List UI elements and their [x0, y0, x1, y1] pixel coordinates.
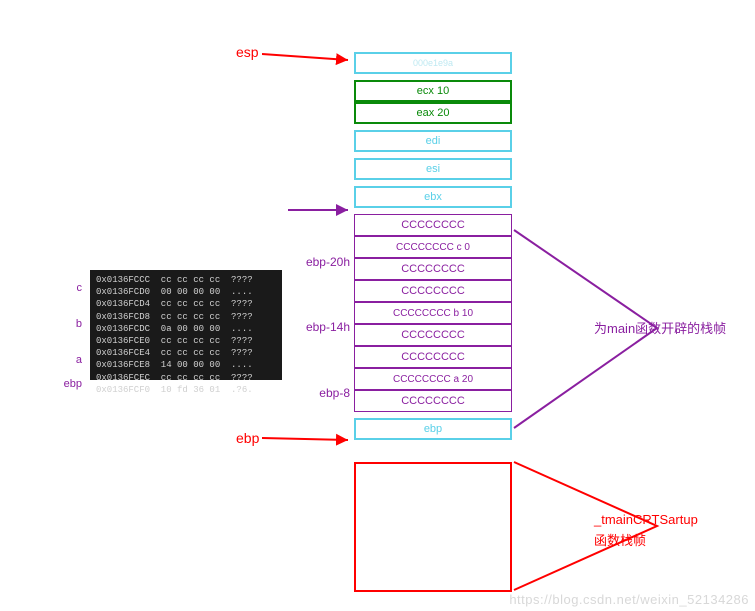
cell-cc-8: CCCCCCCC — [354, 390, 512, 412]
cell-ecx: ecx 10 — [354, 80, 512, 102]
cell-cc-2: CCCCCCCC — [354, 258, 512, 280]
hex-row: 0x0136FCDC 0a 00 00 00 .... — [96, 323, 276, 335]
hex-row: 0x0136FCF0 10 fd 36 01 .?6. — [96, 384, 276, 396]
cell-cc-0: CCCCCCCC — [354, 214, 512, 236]
watermark: https://blog.csdn.net/weixin_52134286 — [509, 592, 749, 607]
cell-edi: edi — [354, 130, 512, 152]
ebp-arrow — [262, 426, 358, 450]
hex-row: 0x0136FCD8 cc cc cc cc ???? — [96, 311, 276, 323]
hex-label-ebp: ebp — [58, 378, 82, 390]
annot-main-frame: 为main函数开辟的栈帧 — [594, 318, 726, 337]
cell-saved-ebp: ebp — [354, 418, 512, 440]
hex-row: 0x0136FCD0 00 00 00 00 .... — [96, 286, 276, 298]
cell-cc-3: CCCCCCCC — [354, 280, 512, 302]
purple-arrow-ebx — [288, 202, 358, 218]
offset-ebp-20h: ebp-20h — [290, 255, 350, 269]
hex-row: 0x0136FCE4 cc cc cc cc ???? — [96, 347, 276, 359]
cell-ebx: ebx — [354, 186, 512, 208]
offset-ebp-14h: ebp-14h — [290, 320, 350, 334]
memory-hexdump: 0x0136FCCC cc cc cc cc ???? 0x0136FCD0 0… — [90, 270, 282, 380]
annot-crt-1: _tmainCRTSartup — [594, 512, 698, 527]
brace-crt-frame — [512, 460, 662, 594]
stack-column: 000e1e9a ecx 10 eax 20 edi esi ebx CCCCC… — [354, 52, 512, 440]
cell-cc-6: CCCCCCCC — [354, 346, 512, 368]
crt-frame-box — [354, 462, 512, 592]
ebp-pointer-label: ebp — [236, 430, 259, 446]
cell-cc-7: CCCCCCCC a 20 — [354, 368, 512, 390]
annot-crt-2: 函数栈帧 — [594, 530, 646, 549]
cell-cc-1: CCCCCCCC c 0 — [354, 236, 512, 258]
hex-row: 0x0136FCEC cc cc cc cc ???? — [96, 372, 276, 384]
hex-row: 0x0136FCD4 cc cc cc cc ???? — [96, 298, 276, 310]
hex-row: 0x0136FCCC cc cc cc cc ???? — [96, 274, 276, 286]
cell-cc-5: CCCCCCCC — [354, 324, 512, 346]
purple-block: CCCCCCCC CCCCCCCC c 0 CCCCCCCC CCCCCCCC … — [354, 214, 512, 412]
cell-esi: esi — [354, 158, 512, 180]
hex-label-a: a — [58, 354, 82, 366]
esp-arrow — [262, 40, 358, 68]
hex-row: 0x0136FCE0 cc cc cc cc ???? — [96, 335, 276, 347]
esp-pointer-label: esp — [236, 44, 259, 60]
offset-ebp-8: ebp-8 — [290, 386, 350, 400]
cell-return-addr: 000e1e9a — [354, 52, 512, 74]
hex-row: 0x0136FCE8 14 00 00 00 .... — [96, 359, 276, 371]
cell-cc-4: CCCCCCCC b 10 — [354, 302, 512, 324]
hex-label-c: c — [58, 282, 82, 294]
hex-label-b: b — [58, 318, 82, 330]
cell-eax: eax 20 — [354, 102, 512, 124]
